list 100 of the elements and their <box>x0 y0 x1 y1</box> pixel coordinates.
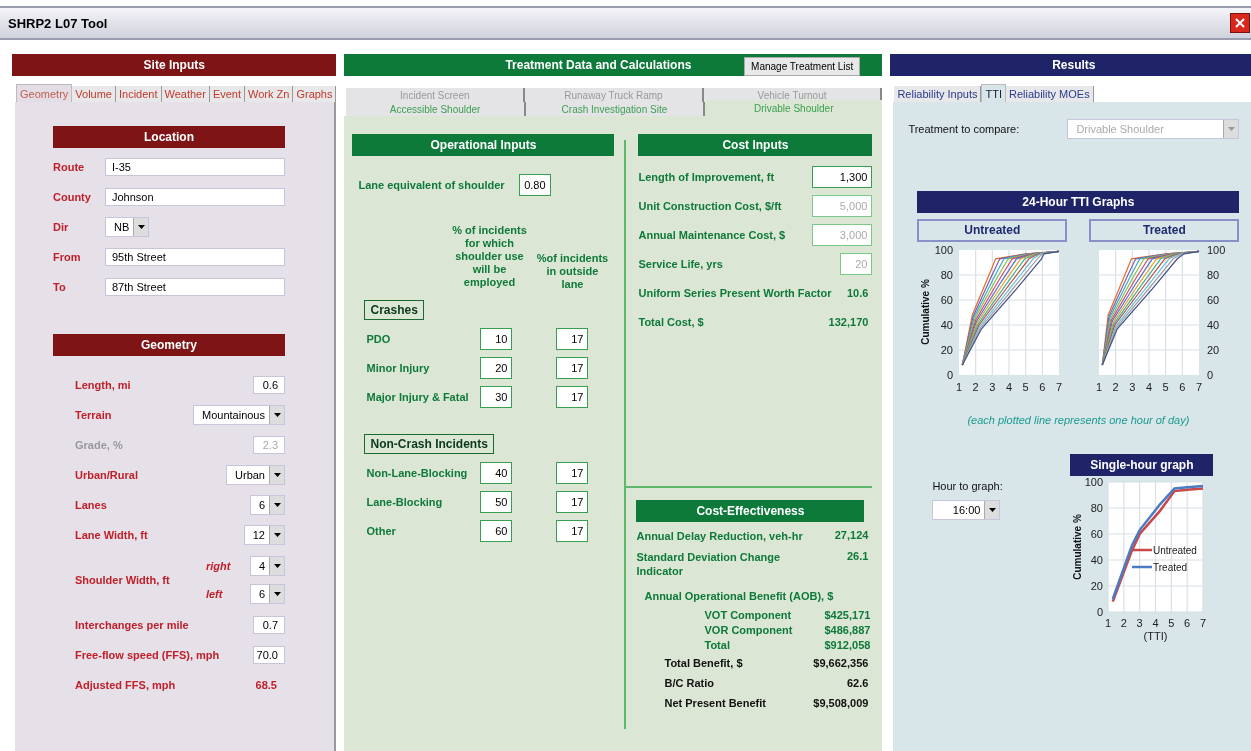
field-label: Total Benefit, $ <box>664 656 743 671</box>
field-label: VOR Component <box>704 623 794 638</box>
tab[interactable]: Reliability Inputs <box>894 86 982 102</box>
axis-tick-label: 0 <box>1207 369 1214 381</box>
axis-tick-label: 20 <box>1091 580 1104 592</box>
side-label: right <box>205 560 232 572</box>
field-label: Service Life, yrs <box>638 258 723 270</box>
value-text: 68.5 <box>255 679 278 691</box>
number-field[interactable]: 50 <box>480 491 513 513</box>
tab[interactable]: TTI <box>981 84 1006 102</box>
number-field[interactable]: 17 <box>556 357 589 379</box>
field-label: Standard Deviation Change Indicator <box>636 550 782 578</box>
tab[interactable]: Volume <box>72 86 116 102</box>
axis-tick-label: 5 <box>1023 381 1030 393</box>
axis-tick-label: 40 <box>1207 319 1220 331</box>
number-field[interactable]: 17 <box>556 328 589 350</box>
dropdown[interactable]: Urban <box>226 465 285 485</box>
text-field[interactable]: 87th Street <box>105 278 285 296</box>
number-field[interactable]: 20 <box>480 357 513 379</box>
field-label: Lane equivalent of shoulder <box>358 179 505 191</box>
field-label: Terrain <box>75 409 112 421</box>
number-field[interactable]: 0.6 <box>253 376 285 394</box>
field-label: B/C Ratio <box>664 676 714 691</box>
text-field[interactable]: 95th Street <box>105 248 285 266</box>
tab[interactable]: Weather <box>161 86 210 102</box>
field-label: Uniform Series Present Worth Factor <box>638 287 832 299</box>
field-label: From <box>53 251 82 263</box>
tab[interactable]: Reliability MOEs <box>1005 86 1094 102</box>
axis-tick-label: 6 <box>1184 617 1191 629</box>
value-text: $425,171 <box>824 608 871 623</box>
field-label: Lanes <box>75 499 107 511</box>
section-header: Location <box>53 126 285 148</box>
axis-tick-label: 100 <box>1085 476 1104 488</box>
field-label: Unit Construction Cost, $/ft <box>638 200 782 212</box>
dropdown[interactable]: 6 <box>249 495 285 515</box>
axis-tick-label: 20 <box>1207 344 1220 356</box>
text-field[interactable]: Johnson <box>105 188 285 206</box>
number-field[interactable]: 30 <box>480 386 513 408</box>
axis-tick-label: 0 <box>947 369 954 381</box>
axis-tick-label: 80 <box>1207 269 1220 281</box>
panel-header: Results <box>890 54 1251 76</box>
graph-title: Treated <box>1089 219 1240 242</box>
dropdown[interactable]: 12 <box>243 525 285 545</box>
field-label: Interchanges per mile <box>75 619 189 631</box>
dropdown[interactable]: 6 <box>249 584 285 604</box>
axis-tick-label: 4 <box>1006 381 1013 393</box>
field-label: Total Cost, $ <box>638 316 704 328</box>
tab[interactable]: Work Zn <box>245 86 294 102</box>
value-text: 27,124 <box>834 529 869 541</box>
column-header: % of incidents for which shoulder use will be employed <box>451 224 528 289</box>
section-label: Annual Operational Benefit (AOB), $ <box>644 590 835 602</box>
field-label: Dir <box>53 221 70 233</box>
axis-tick-label: 7 <box>1056 381 1063 393</box>
field-label: Other <box>366 525 397 537</box>
field-label: Annual Delay Reduction, veh-hr <box>636 529 804 543</box>
number-field[interactable]: 40 <box>480 462 513 484</box>
side-label: left <box>205 588 224 600</box>
graph-title: Untreated <box>917 219 1068 242</box>
panel-title: Treatment Data and Calculations <box>505 58 692 72</box>
field-label: PDO <box>366 333 392 345</box>
axis-tick-label: 5 <box>1163 381 1170 393</box>
number-field[interactable]: 17 <box>556 462 589 484</box>
number-field[interactable]: 17 <box>556 520 589 542</box>
number-field[interactable]: 10 <box>480 328 513 350</box>
axis-label: (TTI) <box>1143 630 1168 642</box>
axis-tick-label: 2 <box>1113 381 1120 393</box>
dropdown[interactable]: 16:00 <box>932 500 1001 520</box>
manage-treatment-button[interactable]: Manage Treatment List <box>744 57 861 76</box>
axis-tick-label: 4 <box>1146 381 1153 393</box>
number-field[interactable]: 60 <box>480 520 513 542</box>
axis-tick-label: 60 <box>1207 294 1220 306</box>
axis-tick-label: 6 <box>1039 381 1046 393</box>
tab[interactable]: Incident <box>116 86 162 102</box>
group-title: Non-Crash Incidents <box>364 434 494 454</box>
field-label: To <box>53 281 67 293</box>
axis-tick-label: 3 <box>1137 617 1144 629</box>
axis-tick-label: 3 <box>1129 381 1136 393</box>
tab[interactable]: Event <box>209 86 246 102</box>
number-field[interactable]: 17 <box>556 386 589 408</box>
field-label: Adjusted FFS, mph <box>75 679 176 691</box>
tab[interactable]: Graphs <box>293 86 337 102</box>
axis-tick-label: 100 <box>1207 244 1226 256</box>
value-text: 26.1 <box>846 550 869 562</box>
field-label: Urban/Rural <box>75 469 138 481</box>
number-field[interactable]: 1,300 <box>812 166 873 188</box>
field-label: Route <box>53 161 86 173</box>
number-field[interactable]: 70.0 <box>253 646 285 664</box>
field-label: Grade, % <box>75 439 123 451</box>
group-title: Crashes <box>364 300 424 320</box>
axis-tick-label: 80 <box>941 269 954 281</box>
field-label: County <box>53 191 92 203</box>
dropdown[interactable]: NB <box>105 217 150 237</box>
text-field[interactable]: I-35 <box>105 158 285 176</box>
dropdown[interactable]: 4 <box>249 556 285 576</box>
dropdown[interactable]: Mountainous <box>193 405 285 425</box>
number-field[interactable]: 17 <box>556 491 589 513</box>
field-label: Length, mi <box>75 379 131 391</box>
number-field[interactable]: 0.7 <box>253 616 285 634</box>
value-text: $912,058 <box>824 638 871 653</box>
number-field[interactable]: 0.80 <box>518 174 551 196</box>
